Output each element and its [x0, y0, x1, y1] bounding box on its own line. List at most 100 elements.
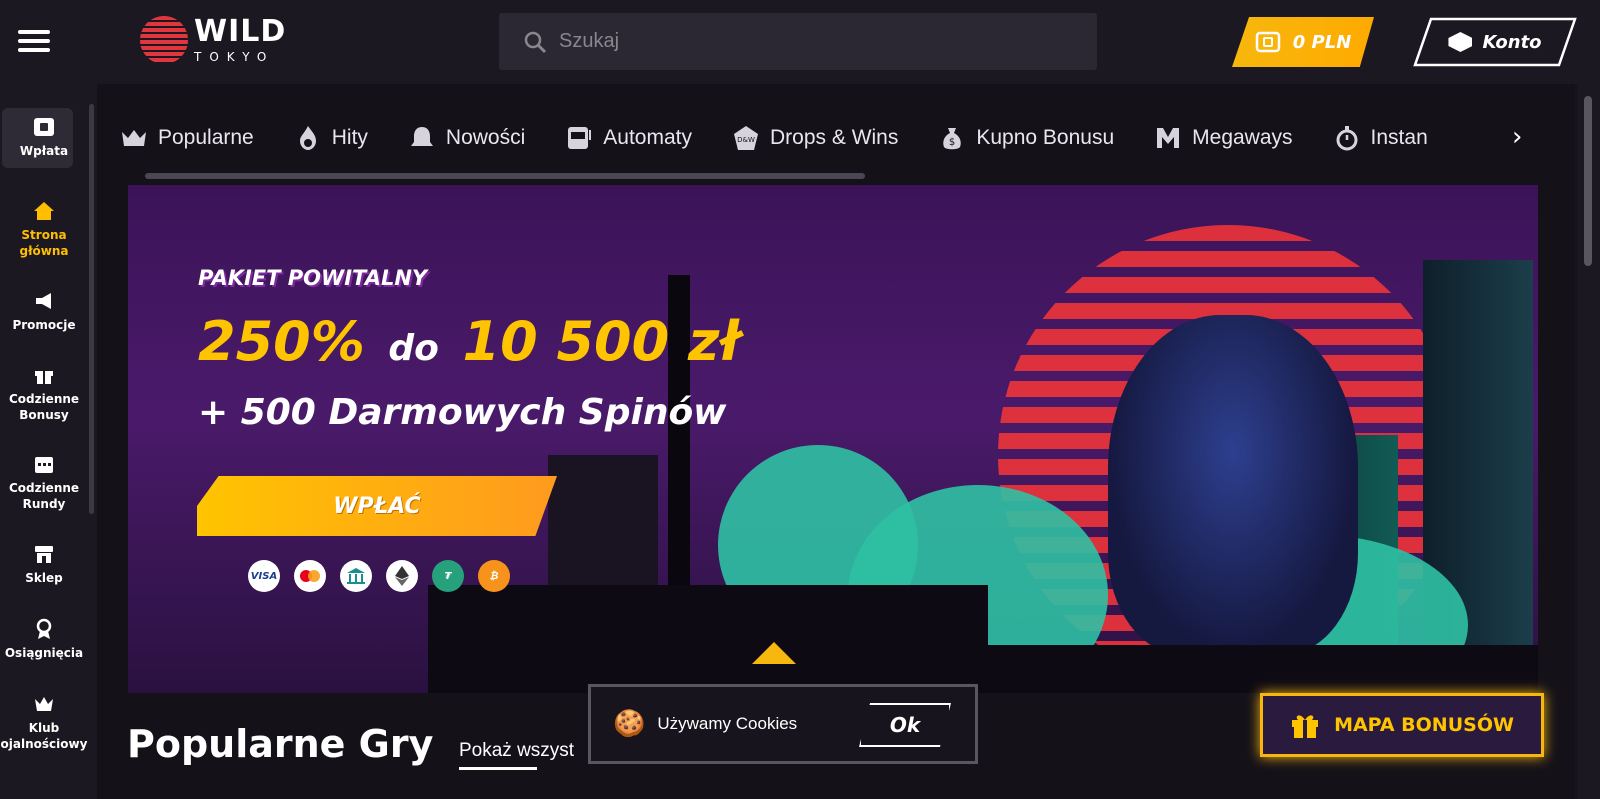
account-button[interactable]: Konto: [1413, 17, 1577, 67]
tab-label: Instan: [1370, 126, 1428, 149]
category-tabs: Popularne Hity Nowości Automaty D&W Drop…: [120, 112, 1560, 164]
mastercard-icon: [294, 560, 326, 592]
sidebar-item-shop[interactable]: Sklep: [0, 543, 88, 587]
tab-megaways[interactable]: Megaways: [1154, 124, 1293, 152]
tab-drops-wins[interactable]: D&W Drops & Wins: [732, 124, 898, 152]
slider-indicator[interactable]: [752, 642, 796, 664]
tab-label: Popularne: [158, 126, 254, 149]
cookie-icon: 🍪: [613, 709, 646, 739]
slot-machine-icon: [568, 127, 592, 149]
sidebar-item-label: Klub ojalnościowy: [0, 721, 88, 751]
tab-automaty[interactable]: Automaty: [565, 124, 692, 152]
home-icon: [34, 202, 54, 220]
tab-hity[interactable]: Hity: [294, 124, 368, 152]
sidebar-item-label: Strona główna: [19, 228, 69, 258]
banner-mid: do: [388, 328, 439, 369]
page-scrollbar[interactable]: [1578, 84, 1600, 799]
balance-label: 0 PLN: [1292, 31, 1352, 53]
deposit-cta-button[interactable]: WPŁAĆ: [197, 476, 557, 536]
top-bar: WILD TOKYO 0 PLN Konto: [0, 0, 1600, 84]
banner-subtitle: + 500 Darmowych Spinów: [198, 392, 727, 433]
section-title: Popularne Gry: [127, 722, 434, 766]
bitcoin-icon: ₿: [478, 560, 510, 592]
visa-icon: VISA: [248, 560, 280, 592]
cookie-ok-button[interactable]: Ok: [859, 703, 951, 747]
bank-icon: [340, 560, 372, 592]
svg-text:D&W: D&W: [737, 136, 755, 144]
cookie-banner: 🍪 Używamy Cookies Ok: [588, 684, 978, 764]
tab-popularne[interactable]: Popularne: [120, 124, 254, 152]
calendar-icon: [35, 457, 53, 473]
account-label: Konto: [1482, 31, 1542, 53]
shop-icon: [35, 546, 53, 563]
account-icon: [1448, 32, 1473, 52]
logo[interactable]: WILD TOKYO: [140, 16, 286, 64]
gift-icon: [35, 371, 53, 384]
tab-kupno-bonusu[interactable]: $ Kupno Bonusu: [938, 124, 1114, 152]
cookie-text: Używamy Cookies: [657, 714, 798, 733]
crown-icon: [122, 130, 146, 146]
money-bag-icon: $: [943, 128, 962, 150]
tab-label: Drops & Wins: [770, 126, 899, 149]
tab-label: Automaty: [603, 126, 692, 149]
logo-sun-icon: [140, 16, 188, 64]
sidebar-item-label: Codzienne Rundy: [8, 481, 80, 511]
banner-headline: 250% do 10 500 zł: [198, 310, 740, 373]
sidebar-item-deposit[interactable]: Wpłata: [0, 116, 88, 160]
sidebar-item-label: Promocje: [12, 318, 76, 332]
banner-skyline: [988, 645, 1538, 693]
sidebar-item-daily-bonuses[interactable]: Codzienne Bonusy: [0, 364, 88, 423]
bell-icon: [410, 127, 433, 146]
tab-label: Kupno Bonusu: [976, 126, 1115, 149]
banner-gorilla: [1108, 315, 1358, 655]
show-all-link[interactable]: Pokaż wszyst: [459, 740, 574, 762]
promo-banner[interactable]: [128, 185, 1538, 693]
banner-kicker: PAKIET POWITALNY: [198, 266, 428, 290]
balance-button[interactable]: 0 PLN: [1232, 17, 1374, 67]
menu-icon[interactable]: [18, 30, 52, 54]
sidebar-item-label: Wpłata: [19, 144, 69, 158]
sidebar: [0, 84, 97, 799]
tab-nowosci[interactable]: Nowości: [408, 124, 525, 152]
bonus-map-button[interactable]: MAPA BONUSÓW: [1260, 693, 1544, 757]
tab-label: Hity: [331, 126, 368, 149]
stopwatch-icon: [1336, 126, 1358, 151]
payment-methods: VISA ₮ ₿: [248, 560, 510, 592]
banner-amount: 10 500 zł: [462, 310, 740, 373]
logo-wild-text: WILD: [194, 14, 287, 49]
bonus-map-label: MAPA BONUSÓW: [1334, 714, 1514, 736]
drops-wins-icon: D&W: [734, 126, 758, 150]
medal-icon: [36, 618, 52, 639]
flame-icon: [299, 126, 316, 150]
chevron-right-icon[interactable]: ›: [1512, 122, 1522, 152]
gift-icon: [1292, 715, 1319, 738]
search-icon: [524, 31, 547, 53]
crown-icon: [35, 697, 53, 711]
tether-icon: ₮: [432, 560, 464, 592]
sidebar-item-label: Codzienne Bonusy: [8, 392, 80, 422]
arrow-up-icon: [752, 642, 796, 664]
sidebar-item-achievements[interactable]: Osiągnięcia: [0, 618, 88, 662]
tab-label: Nowości: [445, 126, 526, 149]
sidebar-item-label: Osiągnięcia: [4, 646, 84, 660]
search-input[interactable]: [559, 30, 1039, 53]
banner-skyline: [428, 585, 988, 693]
sidebar-scrollbar[interactable]: [89, 104, 94, 514]
sidebar-item-home[interactable]: Strona główna: [0, 200, 88, 259]
tab-instant[interactable]: Instan: [1333, 124, 1428, 152]
logo-tokyo-text: TOKYO: [194, 50, 275, 64]
tab-label: Megaways: [1192, 126, 1293, 149]
sidebar-item-loyalty-club[interactable]: Klub ojalnościowy: [0, 693, 88, 752]
category-scrollbar[interactable]: [145, 173, 865, 179]
wallet-icon: [34, 118, 54, 136]
sidebar-item-promotions[interactable]: Promocje: [0, 290, 88, 334]
sidebar-item-daily-rounds[interactable]: Codzienne Rundy: [0, 453, 88, 512]
search-bar[interactable]: [499, 13, 1097, 70]
banner-percent: 250%: [198, 310, 365, 373]
wallet-icon: [1255, 31, 1280, 53]
show-all-underline: [459, 767, 537, 770]
sidebar-item-label: Sklep: [25, 571, 63, 585]
megaphone-icon: [36, 293, 51, 309]
ethereum-icon: [386, 560, 418, 592]
megaways-icon: [1157, 128, 1180, 148]
